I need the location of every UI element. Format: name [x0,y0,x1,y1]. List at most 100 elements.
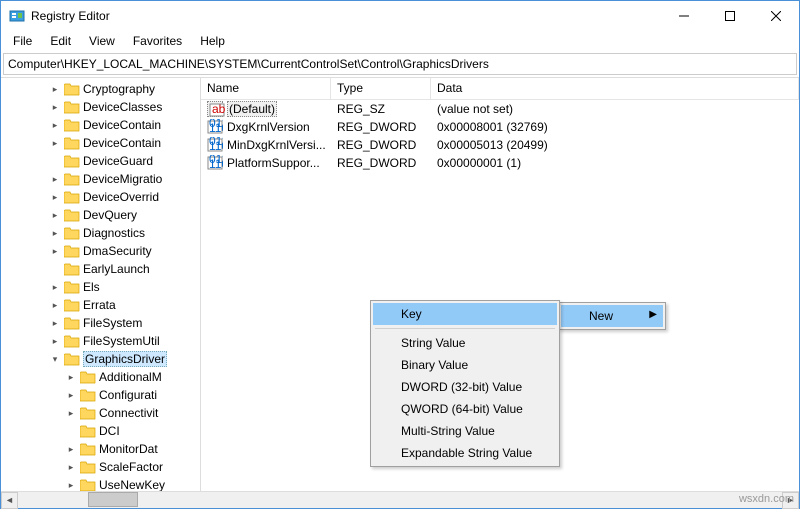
tree-label: Errata [83,298,116,312]
value-type: REG_DWORD [331,156,431,170]
expander-icon[interactable]: ▸ [49,101,61,113]
col-header-data[interactable]: Data [431,78,799,99]
tree-item[interactable]: ▸Cryptography [1,80,200,98]
expander-icon[interactable]: ▸ [49,335,61,347]
expander-icon[interactable]: ▸ [65,407,77,419]
expander-icon[interactable]: ▸ [49,245,61,257]
tree-item[interactable]: ▸ FileSystem [1,314,200,332]
value-row[interactable]: 011110DxgKrnlVersionREG_DWORD0x00008001 … [201,118,799,136]
tree-item[interactable]: EarlyLaunch [1,260,200,278]
tree-item[interactable]: ▸Connectivit [1,404,200,422]
tree-item[interactable]: ▸DevQuery [1,206,200,224]
value-name: (Default) [227,101,277,117]
expander-icon[interactable]: ▸ [49,191,61,203]
ctx-item[interactable]: String Value [373,332,557,354]
scroll-left-button[interactable]: ◄ [1,492,18,509]
menu-file[interactable]: File [5,32,40,50]
titlebar[interactable]: Registry Editor [1,1,799,31]
tree-item[interactable]: ▸ UseNewKey [1,476,200,491]
tree-item[interactable]: ▸ AdditionalM [1,368,200,386]
tree-label: ScaleFactor [99,460,163,474]
ctx-item[interactable]: Expandable String Value [373,442,557,464]
tree-item[interactable]: DCI [1,422,200,440]
tree-item[interactable]: ▸ Configurati [1,386,200,404]
menu-help[interactable]: Help [192,32,233,50]
tree-label: EarlyLaunch [83,262,150,276]
tree-item[interactable]: ▸DeviceOverrid [1,188,200,206]
tree-label: UseNewKey [99,478,165,491]
tree-item[interactable]: ▸FileSystemUtil [1,332,200,350]
tree-item[interactable]: ▸DeviceMigratio [1,170,200,188]
expander-icon[interactable]: ▸ [65,371,77,383]
expander-icon[interactable]: ▸ [65,461,77,473]
window-controls [661,1,799,31]
tree-item[interactable]: ▸MonitorDat [1,440,200,458]
expander-icon[interactable]: ▸ [49,281,61,293]
minimize-button[interactable] [661,1,707,31]
tree-item[interactable]: ▸ Errata [1,296,200,314]
tree-label: DmaSecurity [83,244,152,258]
value-icon: ab [207,101,223,117]
expander-icon[interactable]: ▸ [49,83,61,95]
horizontal-scrollbar[interactable]: ◄ ► [1,491,799,508]
tree-label: AdditionalM [99,370,162,384]
value-name: DxgKrnlVersion [227,120,310,134]
ctx-item[interactable]: Key [373,303,557,325]
tree-item[interactable]: ▸Els [1,278,200,296]
expander-icon[interactable]: ▸ [49,137,61,149]
col-header-name[interactable]: Name [201,78,331,99]
expander-icon[interactable]: ▸ [49,119,61,131]
context-menu-new-submenu[interactable]: Key String ValueBinary ValueDWORD (32-bit… [370,300,560,467]
expander-icon[interactable]: ▸ [49,227,61,239]
scroll-track[interactable] [18,492,782,509]
tree-label: Configurati [99,388,157,402]
folder-icon [80,371,96,384]
tree-label: DeviceGuard [83,154,153,168]
list-header[interactable]: Name Type Data [201,78,799,100]
value-row[interactable]: 011110MinDxgKrnlVersi...REG_DWORD0x00005… [201,136,799,154]
context-menu-parent[interactable]: New ▶ [558,302,666,330]
ctx-item[interactable]: Binary Value [373,354,557,376]
value-row[interactable]: ab(Default)REG_SZ(value not set) [201,100,799,118]
tree-pane[interactable]: ▸Cryptography▸DeviceClasses▸DeviceContai… [1,78,201,491]
expander-icon[interactable]: ▸ [65,479,77,491]
ctx-new[interactable]: New ▶ [561,305,663,327]
folder-icon [64,155,80,168]
expander-icon[interactable]: ▸ [49,173,61,185]
expander-icon[interactable] [65,425,77,437]
scroll-thumb[interactable] [88,492,138,507]
address-bar[interactable]: Computer\HKEY_LOCAL_MACHINE\SYSTEM\Curre… [3,53,797,75]
tree-item[interactable]: DeviceGuard [1,152,200,170]
menu-view[interactable]: View [81,32,123,50]
tree-item[interactable]: ▸DeviceClasses [1,98,200,116]
expander-icon[interactable]: ▸ [49,317,61,329]
tree-item[interactable]: ▸ ScaleFactor [1,458,200,476]
folder-icon [64,353,80,366]
expander-icon[interactable]: ▾ [49,353,61,365]
maximize-button[interactable] [707,1,753,31]
expander-icon[interactable]: ▸ [65,443,77,455]
expander-icon[interactable]: ▸ [49,209,61,221]
close-button[interactable] [753,1,799,31]
tree-item[interactable]: ▸ DeviceContain [1,116,200,134]
ctx-item[interactable]: DWORD (32-bit) Value [373,376,557,398]
tree-item[interactable]: ▸DeviceContain [1,134,200,152]
tree-label: FileSystem [83,316,142,330]
menubar: File Edit View Favorites Help [1,31,799,51]
expander-icon[interactable] [49,263,61,275]
ctx-separator [375,328,555,329]
ctx-item[interactable]: Multi-String Value [373,420,557,442]
col-header-type[interactable]: Type [331,78,431,99]
expander-icon[interactable]: ▸ [65,389,77,401]
tree-label: DeviceContain [83,118,161,132]
tree-item[interactable]: ▸Diagnostics [1,224,200,242]
menu-edit[interactable]: Edit [42,32,79,50]
menu-favorites[interactable]: Favorites [125,32,190,50]
tree-item[interactable]: ▸ DmaSecurity [1,242,200,260]
tree-item[interactable]: ▾GraphicsDriver [1,350,200,368]
expander-icon[interactable] [49,155,61,167]
ctx-item[interactable]: QWORD (64-bit) Value [373,398,557,420]
expander-icon[interactable]: ▸ [49,299,61,311]
value-row[interactable]: 011110PlatformSuppor...REG_DWORD0x000000… [201,154,799,172]
folder-icon [80,479,96,492]
